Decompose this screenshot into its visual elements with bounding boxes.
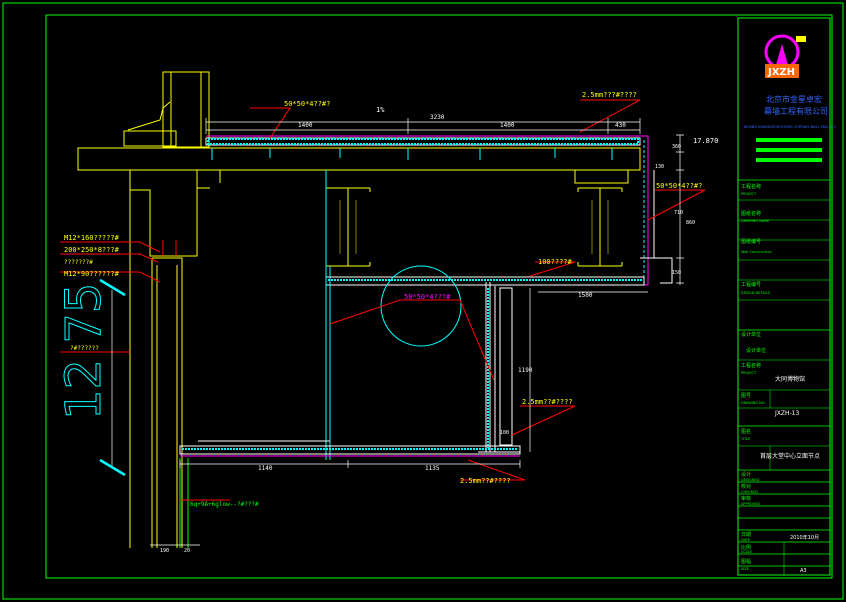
dim-130: 130: [655, 164, 664, 170]
dim-20: 20: [184, 548, 190, 554]
tb-r8-label: 图名: [741, 428, 751, 435]
dim-100: 100: [500, 430, 509, 436]
cad-drawing-canvas: 1% 3230 1400 1400 430 17.870 360 130 710…: [2, 2, 844, 600]
tb-r10-label: 校对: [741, 483, 751, 490]
tb-r5-label: 设计单位: [741, 331, 761, 338]
tb-r12-en: DATE: [741, 538, 750, 542]
bottom-soffit: [179, 440, 521, 548]
sheet-border: [2, 2, 844, 600]
label-steel-100: 100????#: [538, 258, 573, 266]
tb-r1-label: 工程名称: [741, 183, 761, 190]
dim-1140: 1140: [258, 465, 273, 472]
tb-r12-value: 2010年10月: [790, 534, 819, 541]
tb-r6-label: 工程名称: [741, 362, 761, 369]
dim-1500: 1500: [578, 292, 593, 299]
drawing-area: 1% 3230 1400 1400 430 17.870 360 130 710…: [56, 71, 719, 554]
dim-1190: 1190: [518, 367, 533, 374]
tb-r7-label: 图号: [741, 393, 751, 399]
dim-right: 430: [615, 122, 626, 129]
label-alu-mid: 2.5mm??#????: [522, 398, 573, 406]
tb-r2-label: 图纸名称: [741, 210, 761, 217]
tb-r2-en: DRAWING NAME: [741, 219, 769, 223]
ceiling-panel: [325, 170, 645, 460]
mid-vertical: [478, 282, 520, 453]
dim-360: 360: [672, 144, 681, 150]
label-bolt2: M12*90??????#: [64, 270, 120, 278]
tb-r14-label: 图幅: [741, 558, 751, 565]
tb-r8-value: 首层大堂中心立面节点: [760, 452, 820, 460]
company-name-cn: 北京市金星卓宏: [766, 94, 822, 104]
label-anchor: M12*160?????#: [64, 234, 120, 242]
company-logo: JXZH: [764, 34, 806, 78]
label-alu-panel-top: 2.5mm???#????: [582, 91, 637, 99]
label-alu-bottom: 2.5mm??#????: [460, 477, 511, 485]
note-slope: 1%: [376, 106, 385, 114]
tb-r4-label: 工程编号: [741, 281, 761, 288]
label-column-note: ?#??????: [70, 345, 99, 352]
tb-r14-en: SIZE: [741, 567, 749, 571]
logo-text: JXZH: [767, 67, 795, 78]
tb-r11-label: 审核: [741, 495, 751, 502]
label-angle-right: 50*50*4??#?: [656, 182, 702, 190]
title-block-fields: 工程名称 PROJECT 图纸名称 DRAWING NAME 图纸编号 Wall…: [740, 183, 820, 574]
dim-total: 3230: [430, 114, 445, 121]
tb-r13-en: SCALE: [741, 550, 752, 554]
dim-mid: 1400: [500, 122, 515, 129]
tb-r11-en: APPROVED: [741, 502, 760, 506]
label-steel-angle-top: 50*50*4??#?: [284, 100, 330, 108]
dim-710: 710: [674, 210, 683, 216]
tb-r10-en: CHECKED: [741, 490, 758, 494]
label-plate: 200*250*8???#: [64, 246, 120, 254]
detail-circle: [380, 265, 462, 347]
tb-r1-en: PROJECT: [741, 192, 757, 196]
dim-1135: 1135: [425, 465, 440, 472]
label-glass: 6q+9A+6glow--?#???#: [190, 501, 259, 508]
tb-r14-value: A3: [800, 568, 807, 574]
tb-r3-label: 图纸编号: [741, 238, 761, 245]
company-name-cn2: 幕墙工程有限公司: [764, 106, 828, 116]
dim-860: 860: [686, 220, 695, 226]
tb-r7-en: DRAWING NO.: [741, 401, 765, 405]
tb-r3-en: Wall Construction: [741, 250, 772, 254]
title-block: JXZH 北京市金星卓宏 幕墙工程有限公司 BEIJING JINXINGZHU…: [737, 17, 837, 576]
tb-r4-en: DESIGN DETAILS: [741, 291, 771, 295]
dim-150: 150: [672, 270, 681, 276]
tb-r6-en: PROJECT: [741, 371, 757, 375]
tb-r9-label: 设计: [741, 471, 751, 478]
dim-190: 190: [160, 548, 169, 554]
drawing-texts: 1% 3230 1400 1400 430 17.870 360 130 710…: [56, 91, 719, 554]
title-bar-2: [756, 148, 822, 152]
tb-r5-en: 设计单位: [746, 347, 766, 354]
label-bolt-row: ???????#: [64, 259, 93, 266]
elevation: 17.870: [693, 137, 718, 145]
tb-r7-value: JXZH-13: [774, 410, 799, 417]
title-bar-3: [756, 158, 822, 162]
company-name-en: BEIJING JINXINGZHUOHONG CURTAIN WALL ENG…: [744, 125, 837, 129]
dim-left: 1400: [298, 122, 313, 129]
tb-r9-en: DESIGNED: [741, 478, 760, 482]
dimension-lines: [111, 118, 684, 546]
tb-r6-value: 大同博物馆: [775, 375, 805, 383]
title-bar-1: [756, 138, 822, 142]
label-angle-circle: 50*50*4???#: [404, 293, 451, 301]
tb-r8-en: TITLE: [740, 437, 750, 441]
